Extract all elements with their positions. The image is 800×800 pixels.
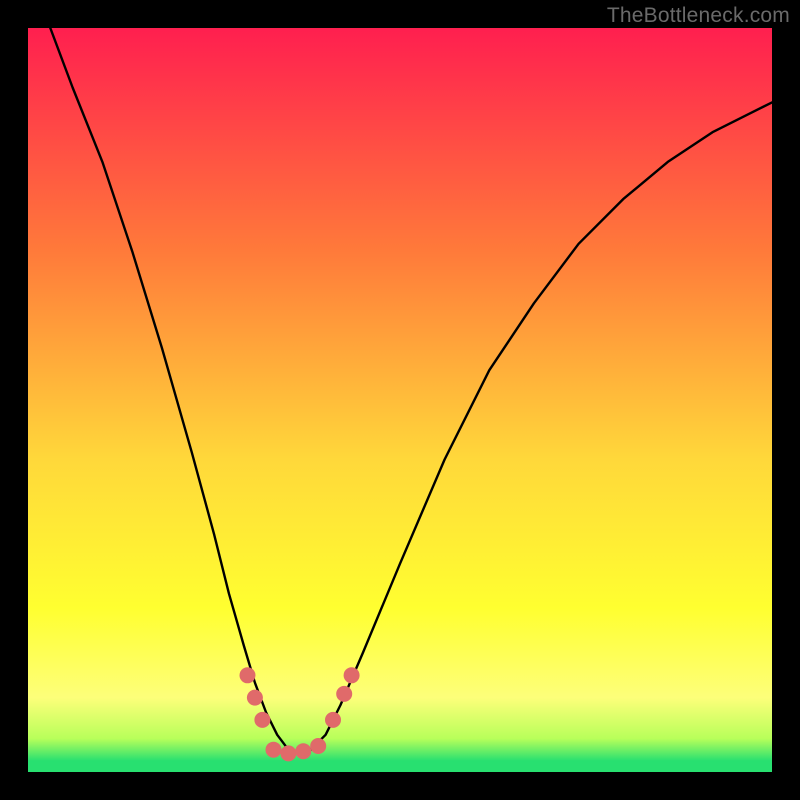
curve-marker bbox=[336, 686, 352, 702]
curve-marker bbox=[344, 667, 360, 683]
bottleneck-curve bbox=[50, 28, 772, 753]
curve-marker bbox=[295, 743, 311, 759]
curve-marker bbox=[266, 742, 282, 758]
curve-marker bbox=[254, 712, 270, 728]
curve-marker bbox=[240, 667, 256, 683]
curve-layer bbox=[28, 28, 772, 772]
curve-marker bbox=[325, 712, 341, 728]
chart-frame: TheBottleneck.com bbox=[0, 0, 800, 800]
curve-marker bbox=[247, 690, 263, 706]
curve-marker bbox=[310, 738, 326, 754]
watermark-text: TheBottleneck.com bbox=[607, 4, 790, 28]
curve-markers bbox=[240, 667, 360, 761]
curve-marker bbox=[280, 745, 296, 761]
plot-area bbox=[28, 28, 772, 772]
